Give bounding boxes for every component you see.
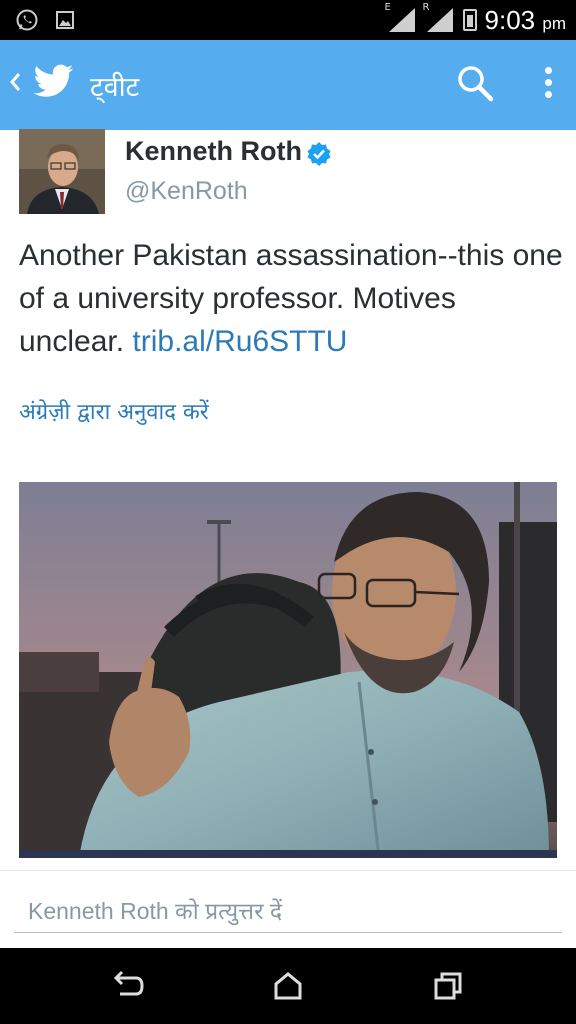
tweet-link[interactable]: trib.al/Ru6STTU <box>132 325 347 358</box>
tweet-text: Another Pakistan assassination--this one… <box>19 234 564 363</box>
signal-strength-icon-2: R <box>423 2 455 34</box>
search-icon[interactable] <box>456 64 494 106</box>
network-type-label: E <box>384 2 391 13</box>
signal-strength-icon: E <box>385 2 417 34</box>
back-chevron-icon[interactable] <box>8 67 22 103</box>
author-name[interactable]: Kenneth Roth <box>125 136 302 167</box>
avatar[interactable] <box>19 129 105 214</box>
reply-placeholder-suffix: को प्रत्युत्तर दें <box>168 898 283 924</box>
back-nav-icon[interactable] <box>110 970 146 1002</box>
author-handle[interactable]: @KenRoth <box>125 177 248 206</box>
recent-apps-nav-icon[interactable] <box>430 970 466 1002</box>
verified-badge-icon <box>306 141 332 171</box>
reply-placeholder-name: Kenneth Roth <box>28 898 169 924</box>
status-bar: E R 9:03 pm <box>0 0 576 40</box>
overflow-menu-icon[interactable] <box>536 64 560 104</box>
whatsapp-icon <box>14 7 40 33</box>
system-navigation-bar <box>0 948 576 1024</box>
twitter-bird-icon[interactable] <box>33 64 74 104</box>
home-nav-icon[interactable] <box>270 970 306 1002</box>
tweet-media-photo[interactable] <box>19 482 557 858</box>
reply-input[interactable]: Kenneth Roth को प्रत्युत्तर दें <box>14 893 562 933</box>
gallery-notification-icon <box>52 7 78 33</box>
app-bar: ट्वीट <box>0 40 576 130</box>
battery-icon <box>462 9 477 31</box>
clock: 9:03 pm <box>484 4 566 35</box>
page-title: ट्वीट <box>90 72 140 103</box>
reply-bar: Kenneth Roth को प्रत्युत्तर दें <box>0 870 576 949</box>
roaming-label: R <box>422 2 430 13</box>
translate-link[interactable]: अंग्रेज़ी द्वारा अनुवाद करें <box>19 396 209 426</box>
